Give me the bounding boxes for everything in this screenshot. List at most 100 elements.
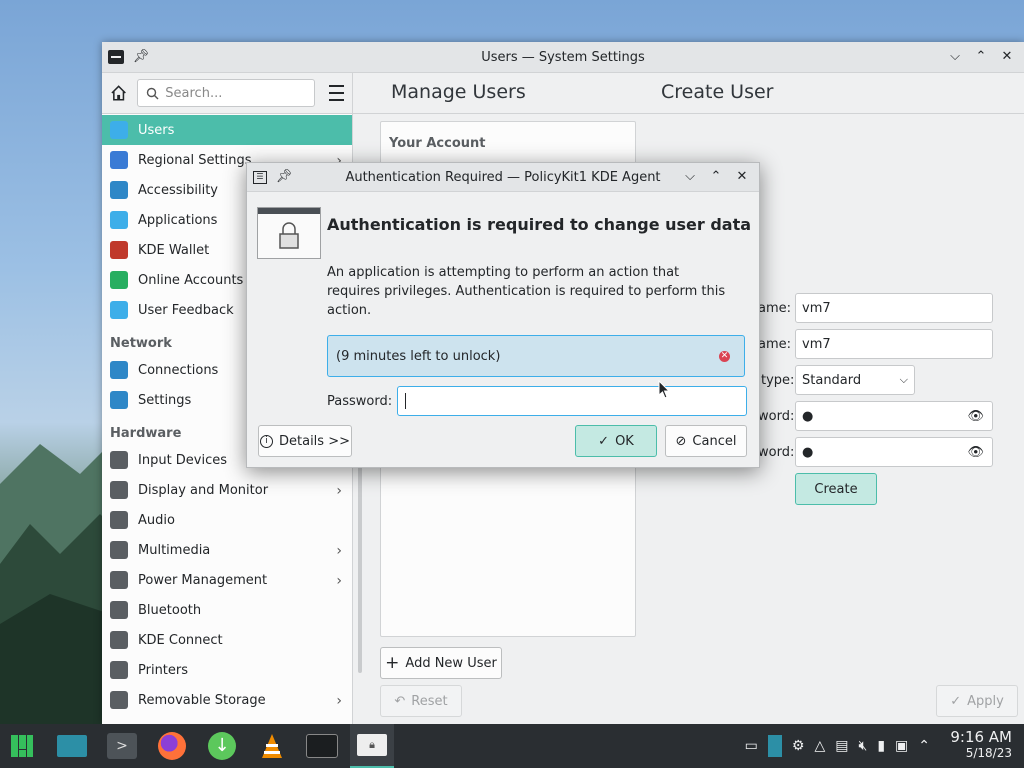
vlc-tray-icon[interactable]: △ <box>814 738 825 754</box>
confirm-password-field[interactable]: ● 👁︎ <box>795 437 993 467</box>
dialog-titlebar[interactable]: ☰ 📌︎ Authentication Required — PolicyKit… <box>247 163 759 192</box>
username-value: vm7 <box>802 336 831 352</box>
network-icon[interactable]: ▣ <box>895 738 908 754</box>
firefox-icon[interactable] <box>150 724 194 768</box>
sidebar-item-label: Bluetooth <box>138 602 202 618</box>
dialog-maximize-button[interactable]: ⌃ <box>709 170 723 184</box>
ok-check-icon: ✓ <box>598 433 610 449</box>
chevron-right-icon: › <box>336 573 342 589</box>
ok-label: OK <box>615 433 634 449</box>
username-field[interactable]: vm7 <box>795 329 993 359</box>
bluetooth-icon <box>110 601 128 619</box>
sidebar-item-removable-storage[interactable]: Removable Storage › <box>102 685 352 715</box>
sidebar-item-audio[interactable]: Audio <box>102 505 352 535</box>
kde-connect-tray-icon[interactable]: ⚙︎ <box>792 738 805 754</box>
search-placeholder: Search... <box>165 85 223 101</box>
sidebar-item-printers[interactable]: Printers <box>102 655 352 685</box>
create-button[interactable]: Create <box>795 473 877 505</box>
vlc-icon[interactable] <box>250 724 294 768</box>
dialog-close-button[interactable]: ✕ <box>735 170 749 184</box>
printer-icon <box>110 661 128 679</box>
pin-icon[interactable]: 📌︎ <box>133 50 150 64</box>
ok-button[interactable]: ✓ OK <box>575 425 657 457</box>
show-confirm-eye-icon[interactable]: 👁︎ <box>967 445 984 460</box>
feedback-icon <box>110 301 128 319</box>
sidebar-item-display-and-monitor[interactable]: Display and Monitor › <box>102 475 352 505</box>
sidebar-item-label: Power Management <box>138 572 268 588</box>
clipboard-icon[interactable]: ▤ <box>835 738 848 754</box>
confirm-password-label: word: <box>758 445 795 460</box>
system-tray: ▭ ⚙︎ △ ▤ 🔇︎ ▮ ▣ ⌃ <box>745 724 930 768</box>
sidebar-item-kde-connect[interactable]: KDE Connect <box>102 625 352 655</box>
volume-muted-icon[interactable]: 🔇︎ <box>858 738 867 754</box>
error-close-icon[interactable]: ✕ <box>719 351 730 362</box>
app-menu-icon[interactable] <box>108 50 124 64</box>
password-label: word: <box>758 409 795 424</box>
terminal-launcher-icon[interactable]: > <box>100 724 144 768</box>
sidebar-item-power-management[interactable]: Power Management › <box>102 565 352 595</box>
sidebar-item-label: User Feedback <box>138 302 234 318</box>
apply-button[interactable]: ✓ Apply <box>936 685 1018 717</box>
cancel-button[interactable]: ⊘ Cancel <box>665 425 747 457</box>
sidebar-item-label: Audio <box>138 512 175 528</box>
auth-dialog: ☰ 📌︎ Authentication Required — PolicyKit… <box>246 162 760 468</box>
info-icon: i <box>260 434 273 448</box>
dialog-password-input[interactable] <box>397 386 747 416</box>
clock-date: 5/18/23 <box>965 746 1012 760</box>
sidebar-item-label: Settings <box>138 392 192 408</box>
usb-tray-icon[interactable]: ▮ <box>877 738 885 754</box>
settings-task-icon[interactable] <box>300 724 344 768</box>
reset-button[interactable]: ↶ Reset <box>380 685 462 717</box>
sidebar-item-bluetooth[interactable]: Bluetooth <box>102 595 352 625</box>
search-input[interactable]: Search... <box>137 79 315 107</box>
padlock-icon <box>257 207 321 259</box>
content-header: Manage Users Create User <box>353 73 1024 114</box>
add-new-user-label: Add New User <box>405 655 497 671</box>
file-manager-icon[interactable] <box>50 724 94 768</box>
sidebar-item-label: Users <box>138 122 175 138</box>
dialog-lock-icon[interactable]: ☰ <box>253 170 267 184</box>
manage-users-title: Manage Users <box>391 81 526 103</box>
name-field[interactable]: vm7 <box>795 293 993 323</box>
show-password-eye-icon[interactable]: 👁︎ <box>967 409 984 424</box>
dialog-pin-icon[interactable]: 📌︎ <box>276 170 293 184</box>
wallet-icon <box>110 241 128 259</box>
details-button[interactable]: i Details >> <box>258 425 352 457</box>
auth-agent-task-icon[interactable]: 🔒︎ <box>350 724 394 768</box>
account-type-select[interactable]: Standard ⌵ <box>795 365 915 395</box>
power-icon <box>110 571 128 589</box>
sidebar-item-label: Applications <box>138 212 218 228</box>
password-field[interactable]: ● 👁︎ <box>795 401 993 431</box>
chevron-down-icon: ⌵ <box>899 373 908 386</box>
undo-icon: ↶ <box>394 693 406 709</box>
apply-label: Apply <box>967 693 1004 709</box>
sidebar-item-multimedia[interactable]: Multimedia › <box>102 535 352 565</box>
online-accounts-icon <box>110 271 128 289</box>
home-icon[interactable] <box>110 84 127 102</box>
cancel-label: Cancel <box>692 433 737 449</box>
mouse-cursor-icon <box>658 380 670 399</box>
chevron-right-icon: › <box>336 483 342 499</box>
sidebar-item-label: Regional Settings <box>138 152 252 168</box>
dialog-minimize-button[interactable]: ⌵ <box>683 170 697 184</box>
sidebar-item-users[interactable]: Users <box>102 115 352 145</box>
pager-icon[interactable] <box>767 735 782 757</box>
window-titlebar[interactable]: 📌︎ Users — System Settings ⌵ ⌃ ✕ <box>102 42 1024 73</box>
details-label: Details >> <box>279 433 350 449</box>
sidebar-item-label: Input Devices <box>138 452 228 468</box>
name-value: vm7 <box>802 300 831 316</box>
maximize-button[interactable]: ⌃ <box>974 50 988 64</box>
minimize-button[interactable]: ⌵ <box>948 50 962 64</box>
clock[interactable]: 9:16 AM 5/18/23 <box>950 729 1012 761</box>
close-button[interactable]: ✕ <box>1000 50 1014 64</box>
show-desktop-icon[interactable]: ▭ <box>745 738 758 754</box>
expand-tray-icon[interactable]: ⌃ <box>918 738 930 754</box>
hamburger-menu-icon[interactable] <box>328 85 345 101</box>
sidebar-item-label: Removable Storage <box>138 692 266 708</box>
add-new-user-button[interactable]: + Add New User <box>380 647 502 679</box>
downloader-icon[interactable]: ↓ <box>200 724 244 768</box>
app-launcher-icon[interactable] <box>0 724 44 768</box>
confirm-password-mask: ● <box>802 444 814 460</box>
usb-icon <box>110 691 128 709</box>
sidebar-item-label: Multimedia <box>138 542 211 558</box>
